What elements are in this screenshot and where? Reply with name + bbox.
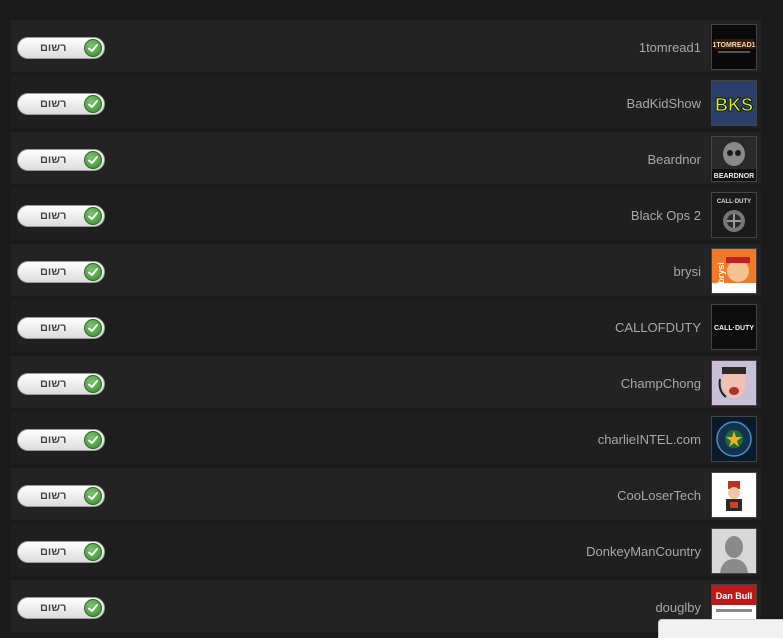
subscription-row: רשום CooLoserTech [11, 468, 761, 520]
checkmark-icon [84, 487, 102, 505]
subscribed-label: רשום [40, 322, 67, 334]
channel-name[interactable]: CALLOFDUTY [615, 320, 701, 336]
channel-avatar[interactable] [711, 472, 757, 518]
channel-name[interactable]: DonkeyManCountry [586, 544, 701, 560]
subscription-row: רשום BadKidShow BKS [11, 76, 761, 128]
avatar-text: BEARDNOR [714, 173, 754, 180]
channel-avatar[interactable] [711, 528, 757, 574]
channel-name[interactable]: ChampChong [621, 376, 701, 392]
checkmark-icon [84, 599, 102, 617]
subscribed-button[interactable]: רשום [17, 261, 105, 283]
subscribed-button[interactable]: רשום [17, 541, 105, 563]
channel-name[interactable]: brysi [674, 264, 701, 280]
subscription-row: רשום DonkeyManCountry [11, 524, 761, 576]
subscription-row: רשום charlieINTEL.com [11, 412, 761, 464]
checkmark-icon [84, 431, 102, 449]
subscription-row: רשום Black Ops 2 CALL·DUTY [11, 188, 761, 240]
subscribed-button[interactable]: רשום [17, 149, 105, 171]
subscribed-label: רשום [40, 210, 67, 222]
channel-avatar[interactable] [711, 416, 757, 462]
avatar-text: CALL·DUTY [714, 325, 754, 332]
subscription-row: רשום douglby Dan Bull [11, 580, 761, 632]
avatar-text: BKS [715, 95, 753, 115]
overlay-panel-corner [658, 619, 783, 638]
channel-name[interactable]: douglby [655, 600, 701, 616]
channel-name[interactable]: 1tomread1 [639, 40, 701, 56]
subscribed-button[interactable]: רשום [17, 429, 105, 451]
subscribed-button[interactable]: רשום [17, 205, 105, 227]
checkmark-icon [84, 319, 102, 337]
subscribed-button[interactable]: רשום [17, 597, 105, 619]
checkmark-icon [84, 151, 102, 169]
subscription-row: רשום Beardnor BEARDNOR [11, 132, 761, 184]
channel-avatar[interactable]: CALL·DUTY [711, 192, 757, 238]
subscribed-button[interactable]: רשום [17, 485, 105, 507]
subscriptions-list: רשום 1tomread1 1TOMREAD1 רשום BadKidShow… [11, 20, 761, 636]
channel-avatar[interactable]: BEARDNOR [711, 136, 757, 182]
subscribed-label: רשום [40, 546, 67, 558]
channel-avatar[interactable] [711, 360, 757, 406]
subscribed-button[interactable]: רשום [17, 373, 105, 395]
channel-name[interactable]: charlieINTEL.com [598, 432, 701, 448]
channel-avatar[interactable]: CALL·DUTY [711, 304, 757, 350]
subscribed-label: רשום [40, 378, 67, 390]
checkmark-icon [84, 375, 102, 393]
checkmark-icon [84, 263, 102, 281]
subscription-row: רשום 1tomread1 1TOMREAD1 [11, 20, 761, 72]
channel-name[interactable]: Black Ops 2 [631, 208, 701, 224]
channel-avatar[interactable]: 1TOMREAD1 [711, 24, 757, 70]
subscribed-label: רשום [40, 42, 67, 54]
checkmark-icon [84, 95, 102, 113]
subscribed-label: רשום [40, 602, 67, 614]
avatar-text: brysi [716, 262, 726, 284]
avatar-text: CALL·DUTY [717, 199, 751, 205]
channel-name[interactable]: Beardnor [648, 152, 701, 168]
channel-avatar[interactable]: brysi [711, 248, 757, 294]
subscribed-label: רשום [40, 490, 67, 502]
subscription-row: רשום CALLOFDUTY CALL·DUTY [11, 300, 761, 352]
subscribed-button[interactable]: רשום [17, 317, 105, 339]
checkmark-icon [84, 39, 102, 57]
subscribed-label: רשום [40, 434, 67, 446]
subscribed-button[interactable]: רשום [17, 37, 105, 59]
subscribed-label: רשום [40, 266, 67, 278]
avatar-text: Dan Bull [716, 591, 753, 601]
avatar-text: 1TOMREAD1 [712, 42, 755, 49]
subscribed-label: רשום [40, 154, 67, 166]
checkmark-icon [84, 207, 102, 225]
subscription-row: רשום brysi brysi [11, 244, 761, 296]
channel-name[interactable]: BadKidShow [627, 96, 701, 112]
subscription-row: רשום ChampChong [11, 356, 761, 408]
channel-avatar[interactable]: BKS [711, 80, 757, 126]
channel-name[interactable]: CooLoserTech [617, 488, 701, 504]
subscribed-button[interactable]: רשום [17, 93, 105, 115]
subscribed-label: רשום [40, 98, 67, 110]
checkmark-icon [84, 543, 102, 561]
